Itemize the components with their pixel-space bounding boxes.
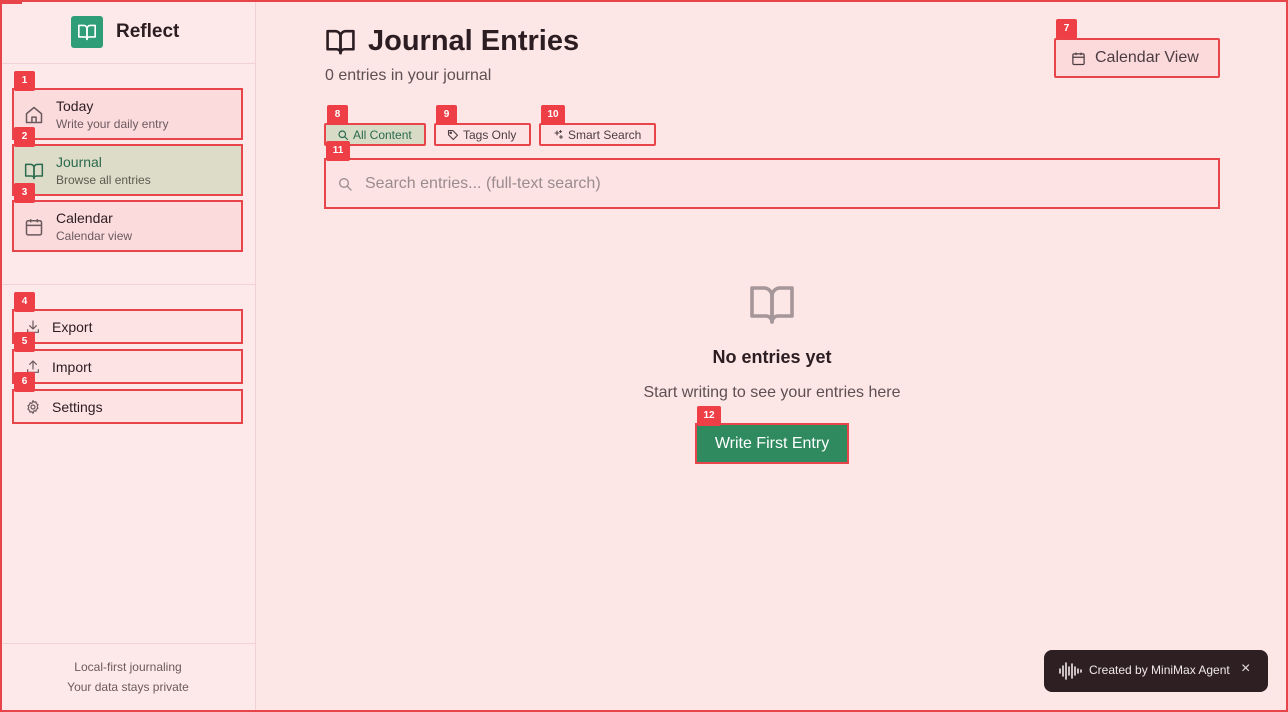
empty-state-subtitle: Start writing to see your entries here [643,384,901,401]
nav-subtitle: Browse all entries [56,173,151,187]
import-label: Import [52,359,92,375]
nav-subtitle: Write your daily entry [56,117,169,131]
nav-subtitle: Calendar view [56,229,133,243]
nav-item-journal[interactable]: Journal Browse all entries [12,144,243,196]
export-label: Export [52,319,93,335]
sidebar: Reflect Today Write your daily entry Jou… [0,0,256,712]
settings-label: Settings [52,399,103,415]
book-logo-icon [71,16,103,48]
element-badge: 1 [14,71,35,91]
calendar-view-label: Calendar View [1095,49,1199,66]
element-badge: 12 [697,406,721,426]
element-badge: 6 [14,372,35,392]
calendar-icon [1072,52,1085,66]
export-button[interactable]: Export [12,309,243,344]
write-first-entry-button[interactable]: Write First Entry [695,423,849,464]
element-badge: 2 [14,127,35,147]
nav-title: Calendar [56,210,113,226]
divider [0,63,256,64]
search-icon [339,178,352,191]
nav-item-today[interactable]: Today Write your daily entry [12,88,243,140]
brand[interactable]: Reflect [71,16,179,48]
calendar-icon [25,219,43,236]
minimax-toast: Created by MiniMax Agent × [1044,650,1268,692]
filter-label: Smart Search [568,128,642,142]
element-badge: 4 [14,292,35,312]
nav-item-calendar[interactable]: Calendar Calendar view [12,200,243,252]
filter-label: All Content [353,128,412,142]
settings-button[interactable]: Settings [12,389,243,424]
page-title: Journal Entries [368,25,580,57]
filter-label: Tags Only [463,128,517,142]
sparkle-icon [554,129,564,140]
frame-marker [2,0,22,4]
element-badge: 8 [327,105,348,125]
import-button[interactable]: Import [12,349,243,384]
footer-line-2: Your data stays private [67,680,189,694]
close-icon[interactable]: × [1241,660,1250,678]
nav-title: Today [56,98,94,114]
search-box[interactable] [324,158,1220,209]
element-badge: 5 [14,332,35,352]
toast-label: Created by MiniMax Agent [1089,663,1230,677]
gear-icon [27,400,39,414]
book-icon [24,163,44,180]
footer-line-1: Local-first journaling [74,660,182,674]
search-input[interactable] [365,170,1205,198]
app-name: Reflect [116,21,180,42]
element-badge: 3 [14,183,35,203]
tag-icon [447,129,459,141]
home-icon [25,106,43,124]
calendar-view-button[interactable]: Calendar View [1054,38,1220,78]
divider [0,643,256,644]
empty-state-title: No entries yet [712,347,832,367]
search-icon [338,130,349,141]
element-badge: 10 [541,105,565,125]
nav-title: Journal [56,154,102,170]
book-icon [326,29,355,55]
element-badge: 11 [326,141,350,161]
waveform-icon [1059,662,1082,680]
element-badge: 7 [1056,19,1077,39]
divider [0,284,256,285]
filter-tags-only[interactable]: Tags Only [434,123,531,146]
book-icon [750,286,794,324]
entry-count: 0 entries in your journal [325,67,492,84]
filter-smart-search[interactable]: Smart Search [539,123,656,146]
element-badge: 9 [436,105,457,125]
